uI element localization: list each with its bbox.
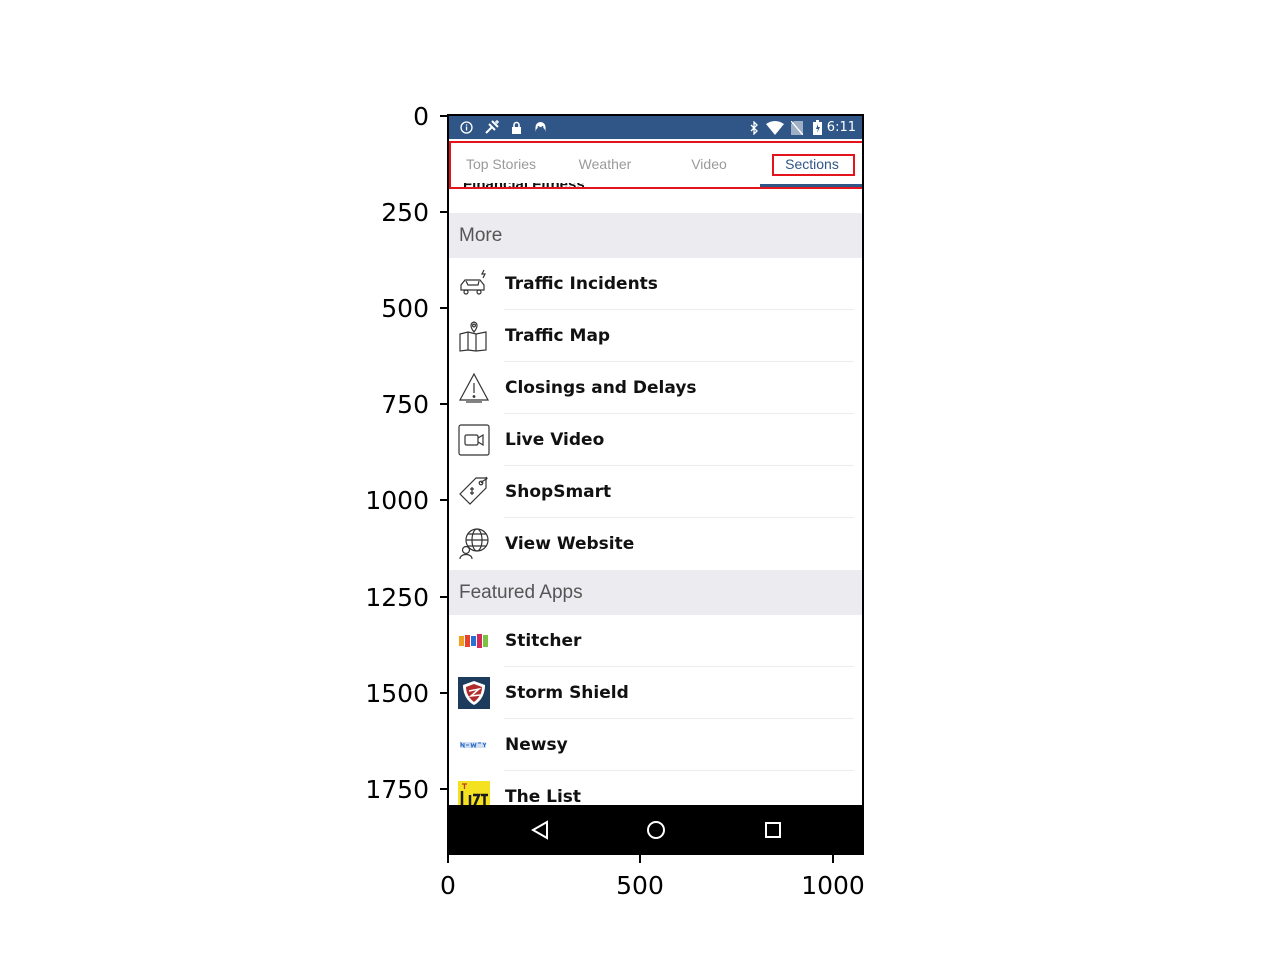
price-tag-icon <box>458 476 490 508</box>
tab-video[interactable]: Video <box>657 139 761 188</box>
list-item-live-video[interactable]: Live Video <box>449 414 862 466</box>
y-tick-label: 250 <box>381 198 429 227</box>
list-item-newsy[interactable]: Newsy <box>449 719 862 771</box>
list-item-label: Live Video <box>505 430 605 450</box>
list-item-label: Traffic Map <box>505 326 611 346</box>
bluetooth-icon <box>748 120 760 135</box>
recents-icon[interactable] <box>762 819 784 841</box>
list-item-label: Closings and Delays <box>505 378 697 398</box>
y-tick-label: 500 <box>381 294 429 323</box>
x-tick <box>639 855 641 863</box>
home-icon[interactable] <box>645 819 667 841</box>
tab-bar: Top Stories Weather Video Sections <box>449 139 862 188</box>
status-time: 6:11 <box>826 120 856 135</box>
back-icon[interactable] <box>529 819 551 841</box>
tab-top-stories[interactable]: Top Stories <box>449 139 553 188</box>
y-tick-label: 750 <box>381 390 429 419</box>
x-tick-label: 1000 <box>801 871 865 900</box>
list-item-traffic-incidents[interactable]: Traffic Incidents <box>449 258 862 310</box>
list-item-view-website[interactable]: View Website <box>449 518 862 570</box>
android-nav-bar <box>449 805 862 853</box>
list-item-label: View Website <box>505 534 635 554</box>
x-tick <box>447 855 449 863</box>
car-accident-icon <box>458 268 490 300</box>
active-tab-indicator <box>760 184 862 187</box>
y-tick-label: 1250 <box>365 583 429 612</box>
y-tick-label: 0 <box>413 102 429 131</box>
wifi-icon <box>765 120 785 135</box>
globe-icon <box>458 528 490 560</box>
storm-shield-logo-icon <box>458 677 490 709</box>
x-tick-label: 500 <box>616 871 664 900</box>
warning-icon <box>458 372 490 404</box>
list-item-closings-and-delays[interactable]: Closings and Delays <box>449 362 862 414</box>
info-icon <box>459 120 473 135</box>
section-header-featured-apps: Featured Apps <box>449 570 862 615</box>
no-sim-icon <box>790 120 804 135</box>
list-item-label: The List <box>505 787 582 807</box>
phone-screen: 6:11 Top Stories Weather Video Sections … <box>447 114 864 855</box>
list-item-label: Storm Shield <box>505 683 629 703</box>
y-tick-label: 1750 <box>365 775 429 804</box>
list-item-storm-shield[interactable]: Storm Shield <box>449 667 862 719</box>
video-camera-icon <box>458 424 490 456</box>
x-tick <box>832 855 834 863</box>
tab-sections[interactable]: Sections <box>760 139 862 188</box>
status-bar: 6:11 <box>449 116 862 139</box>
list-item-label: Traffic Incidents <box>505 274 658 294</box>
sections-list: More Traffic Incidents Traffic Map Closi… <box>449 213 862 823</box>
list-item-shopsmart[interactable]: ShopSmart <box>449 466 862 518</box>
list-item-label: Stitcher <box>505 631 582 651</box>
section-header-more: More <box>449 213 862 258</box>
battery-icon <box>811 120 823 135</box>
lock-icon <box>509 120 523 135</box>
satellite-icon <box>483 120 501 135</box>
x-tick-label: 0 <box>440 871 456 900</box>
list-item-label: ShopSmart <box>505 482 612 502</box>
list-item-stitcher[interactable]: Stitcher <box>449 615 862 667</box>
newsy-logo-icon <box>458 729 490 761</box>
list-item-partial[interactable]: Financial Fitness <box>463 183 585 193</box>
stitcher-logo-icon <box>458 625 490 657</box>
tab-weather[interactable]: Weather <box>553 139 657 188</box>
list-item-label: Newsy <box>505 735 568 755</box>
list-item-traffic-map[interactable]: Traffic Map <box>449 310 862 362</box>
y-tick-label: 1500 <box>365 679 429 708</box>
android-icon <box>533 120 547 135</box>
y-tick-label: 1000 <box>365 486 429 515</box>
map-pin-icon <box>458 320 490 352</box>
